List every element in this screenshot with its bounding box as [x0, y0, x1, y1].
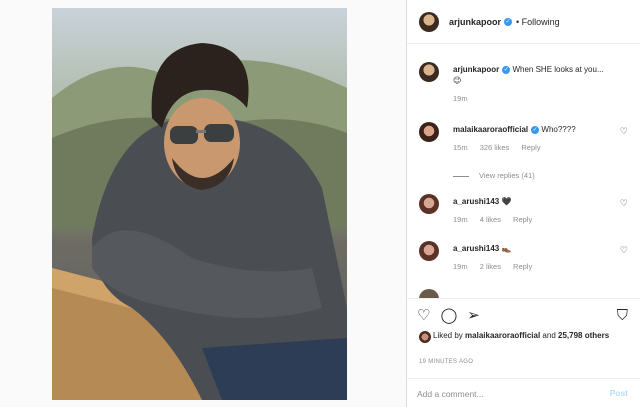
- comment-likes[interactable]: 2 likes: [480, 262, 501, 271]
- post-button[interactable]: Post: [610, 388, 628, 398]
- comment-likes[interactable]: 4 likes: [480, 215, 501, 224]
- comment-username[interactable]: malaikaaroraofficial: [453, 125, 528, 134]
- comments-list: arjunkapoor ✓ When SHE looks at you... 😉 …: [407, 44, 640, 298]
- comment-time: 19m: [453, 215, 468, 224]
- view-replies-button[interactable]: View replies (41): [453, 171, 535, 180]
- bookmark-icon[interactable]: ⛉: [617, 307, 628, 324]
- comment-like-heart-icon[interactable]: ♡: [620, 126, 628, 137]
- heart-icon[interactable]: ♡: [417, 307, 430, 325]
- comment-item: a_arushi143 👞 19m 2 likes Reply ♡: [419, 241, 628, 281]
- media-pane: [0, 0, 407, 407]
- reply-button[interactable]: Reply: [513, 262, 532, 271]
- photo-illustration: [52, 43, 347, 400]
- caption-username[interactable]: arjunkapoor: [453, 65, 499, 74]
- reply-button[interactable]: Reply: [513, 215, 532, 224]
- comment-item: malaikaaroraofficial ✓ Who???? 15m 326 li…: [419, 122, 628, 162]
- comment-input[interactable]: [417, 386, 587, 402]
- post-header: arjunkapoor ✓ • Following: [407, 0, 640, 44]
- verified-badge-icon: ✓: [531, 125, 540, 134]
- add-comment-bar: Post: [407, 378, 640, 407]
- verified-badge-icon: ✓: [502, 65, 511, 74]
- view-replies-label: View replies (41): [479, 171, 535, 180]
- comment-time: 19m: [453, 262, 468, 271]
- caption-time: 19m: [453, 94, 468, 103]
- comment-username[interactable]: a_arushi143: [453, 244, 499, 253]
- comment-like-heart-icon[interactable]: ♡: [620, 245, 628, 256]
- commenter-avatar[interactable]: [419, 122, 439, 142]
- liked-by-and: and: [542, 331, 556, 340]
- action-icons: ♡ ◯ ➢: [417, 307, 480, 325]
- comment-time: 15m: [453, 143, 468, 152]
- following-status[interactable]: • Following: [516, 17, 560, 27]
- comment-item: a_arushi143 🖤 19m 4 likes Reply ♡: [419, 194, 628, 234]
- commenter-avatar[interactable]: [419, 194, 439, 214]
- liked-by: Liked by malaikaaroraofficial and 25,798…: [419, 330, 628, 343]
- post-photo[interactable]: [52, 8, 347, 400]
- verified-badge-icon: ✓: [504, 17, 513, 26]
- liked-by-user[interactable]: malaikaaroraofficial: [465, 331, 540, 340]
- post-actions: ♡ ◯ ➢ ⛉ Liked by malaikaaroraofficial an…: [407, 298, 640, 380]
- comment-icon[interactable]: ◯: [440, 307, 457, 325]
- comment-text: 👞: [501, 244, 512, 253]
- comment-text: Who????: [541, 125, 576, 134]
- likes-others[interactable]: 25,798 others: [558, 331, 609, 340]
- liker-avatar[interactable]: [419, 331, 431, 343]
- author-avatar[interactable]: [419, 62, 439, 82]
- caption: arjunkapoor ✓ When SHE looks at you... 😉 …: [419, 62, 628, 112]
- post-timestamp[interactable]: 19 MINUTES AGO: [419, 359, 473, 365]
- comment-item-partial: [419, 289, 628, 298]
- comment-text: 🖤: [501, 197, 512, 206]
- commenter-avatar[interactable]: [419, 241, 439, 261]
- comment-likes[interactable]: 326 likes: [480, 143, 510, 152]
- comment-username[interactable]: a_arushi143: [453, 197, 499, 206]
- share-icon[interactable]: ➢: [467, 307, 480, 325]
- liked-by-text: Liked by: [433, 331, 463, 340]
- reply-button[interactable]: Reply: [521, 143, 540, 152]
- comment-like-heart-icon[interactable]: ♡: [620, 198, 628, 209]
- divider: [453, 175, 469, 177]
- author-username[interactable]: arjunkapoor: [449, 17, 501, 27]
- commenter-avatar[interactable]: [419, 289, 439, 298]
- author-avatar[interactable]: [419, 11, 439, 32]
- post-details-pane: arjunkapoor ✓ • Following arjunkapoor ✓ W…: [407, 0, 640, 407]
